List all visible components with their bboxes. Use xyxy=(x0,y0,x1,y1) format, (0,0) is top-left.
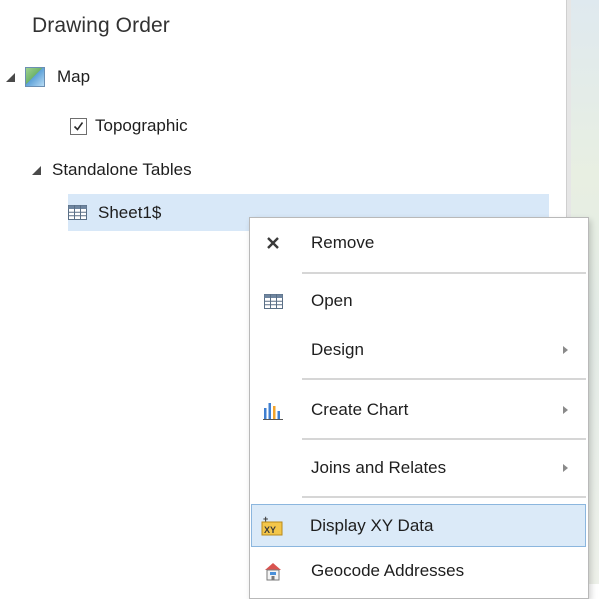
menu-item-display-xy-data[interactable]: XY + Display XY Data xyxy=(251,504,586,547)
menu-separator xyxy=(302,272,586,274)
menu-item-create-chart-label: Create Chart xyxy=(311,400,409,419)
bar-chart-icon xyxy=(262,399,284,421)
menu-item-create-chart[interactable]: Create Chart xyxy=(252,389,584,431)
close-icon xyxy=(262,232,284,254)
tree-item-topographic[interactable]: Topographic xyxy=(70,111,188,141)
checkmark-icon xyxy=(73,121,84,131)
pane-title: Drawing Order xyxy=(32,14,170,37)
svg-text:+: + xyxy=(263,515,268,524)
geocode-icon xyxy=(262,560,284,582)
menu-item-geocode-addresses[interactable]: Geocode Addresses xyxy=(252,550,584,592)
menu-item-remove-label: Remove xyxy=(311,233,375,252)
menu-item-open-label: Open xyxy=(311,291,353,310)
menu-item-joins-and-relates[interactable]: Joins and Relates xyxy=(252,447,584,489)
menu-item-open[interactable]: Open xyxy=(252,280,584,322)
tree-item-sheet1-label: Sheet1$ xyxy=(98,202,162,222)
tree-item-standalone-tables[interactable]: Standalone Tables xyxy=(32,155,192,185)
submenu-arrow-icon xyxy=(563,346,568,354)
svg-text:XY: XY xyxy=(264,525,276,535)
submenu-arrow-icon xyxy=(563,464,568,472)
menu-item-remove[interactable]: Remove xyxy=(252,222,584,264)
tree-item-standalone-tables-label: Standalone Tables xyxy=(52,160,192,179)
menu-separator xyxy=(302,378,586,380)
menu-separator xyxy=(302,496,586,498)
table-icon xyxy=(68,205,87,220)
menu-item-joins-and-relates-label: Joins and Relates xyxy=(311,458,447,477)
submenu-arrow-icon xyxy=(563,406,568,414)
tree-item-topographic-label: Topographic xyxy=(95,116,188,135)
xy-data-icon: XY + xyxy=(261,515,283,537)
tree-item-map[interactable]: Map xyxy=(6,62,90,92)
context-menu: Remove Open Design Create Chart Joins an… xyxy=(249,217,589,599)
menu-item-geocode-addresses-label: Geocode Addresses xyxy=(311,561,465,580)
layer-visibility-checkbox[interactable] xyxy=(70,117,87,135)
tree-item-map-label: Map xyxy=(57,67,91,86)
table-icon xyxy=(262,290,284,312)
map-icon xyxy=(25,67,45,87)
menu-item-display-xy-data-label: Display XY Data xyxy=(310,515,434,535)
menu-item-design-label: Design xyxy=(311,340,364,359)
expand-triangle-icon[interactable] xyxy=(32,165,41,175)
menu-separator xyxy=(302,438,586,440)
expand-triangle-icon[interactable] xyxy=(6,72,15,82)
menu-item-design[interactable]: Design xyxy=(252,329,584,371)
